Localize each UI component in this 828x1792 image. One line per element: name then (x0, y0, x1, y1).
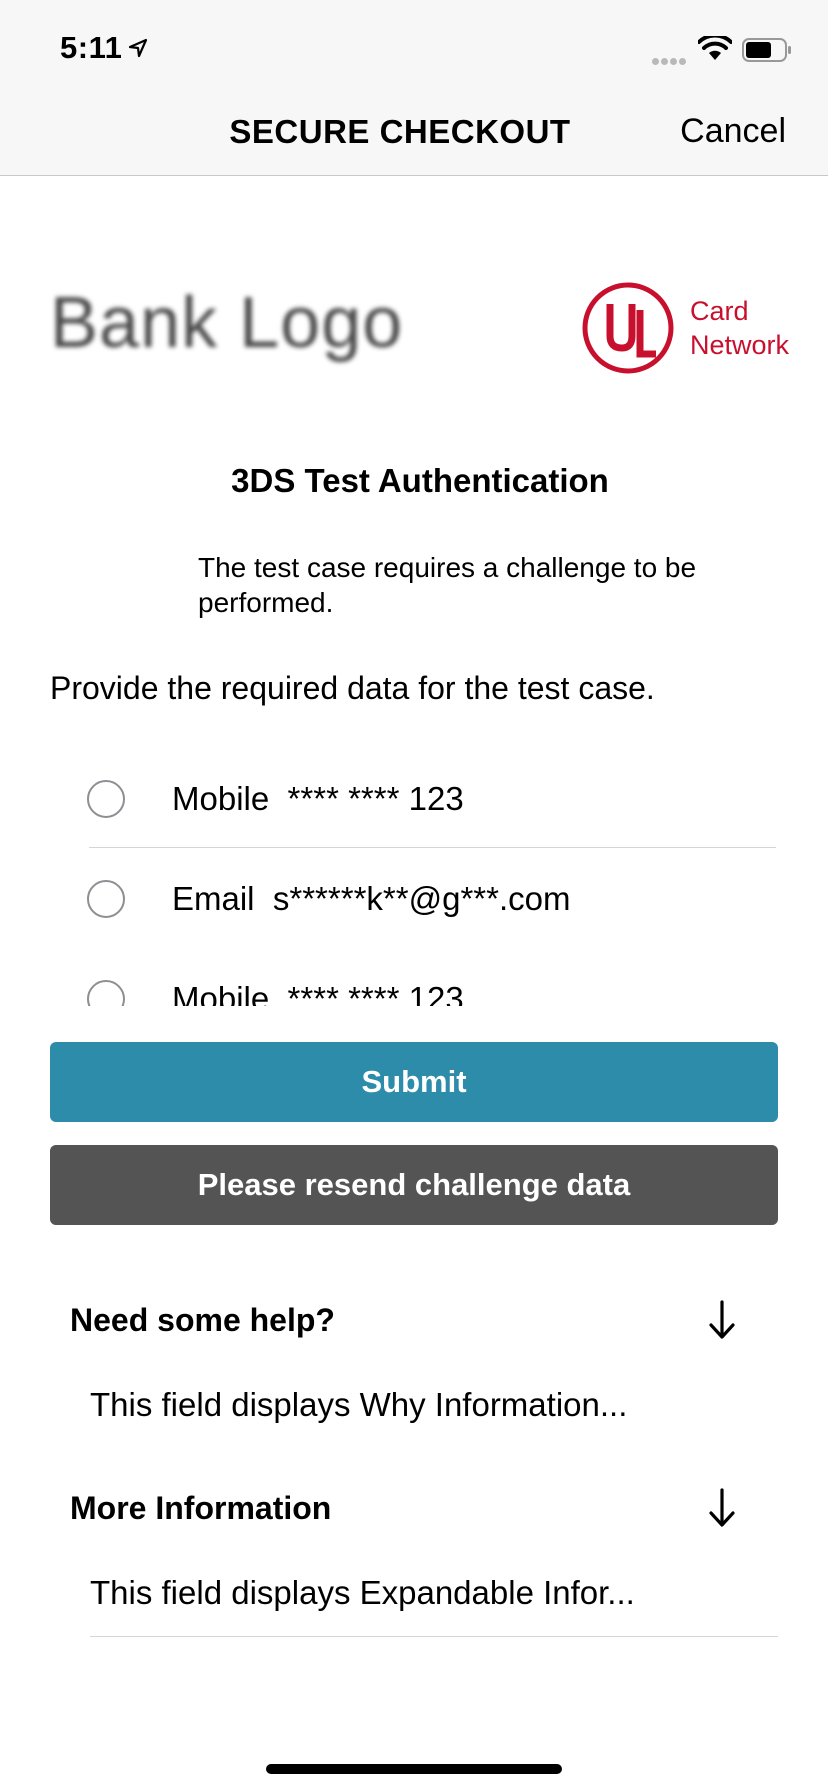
resend-challenge-button[interactable]: Please resend challenge data (50, 1145, 778, 1225)
challenge-title: 3DS Test Authentication (231, 462, 609, 499)
why-info-label[interactable]: Need some help? (70, 1302, 335, 1339)
card-network-label: Card Network (690, 294, 789, 362)
nav-title-text: SECURE CHECKOUT (229, 113, 571, 150)
expandable-info-text: This field displays Expandable Infor... (90, 1574, 635, 1611)
challenge-options-list[interactable]: Mobile **** **** 123 Email s******k**@g*… (0, 748, 828, 1006)
bank-logo: Bank Logo (50, 283, 404, 363)
why-info-text: This field displays Why Information... (90, 1386, 628, 1423)
card-network-line2: Network (690, 330, 790, 360)
option-label: Email s******k**@g***.com (172, 880, 571, 917)
divider (90, 1636, 778, 1637)
option-label: Mobile **** **** 123 (172, 780, 464, 817)
challenge-prompt: Provide the required data for the test c… (50, 670, 655, 706)
radio-button[interactable] (87, 780, 125, 818)
option-mobile[interactable]: Mobile **** **** 123 (0, 748, 828, 848)
arrow-down-icon[interactable] (708, 1300, 736, 1340)
home-indicator[interactable] (266, 1764, 562, 1774)
arrow-down-icon[interactable] (708, 1488, 736, 1528)
radio-button[interactable] (87, 980, 125, 1006)
top-bar: 5:11 SECURE CHECKOUT Cancel (0, 0, 828, 176)
cancel-button[interactable]: Cancel (680, 112, 786, 151)
wifi-icon (698, 36, 732, 60)
option-email[interactable]: Email s******k**@g***.com (0, 848, 828, 948)
location-arrow-icon (128, 38, 148, 58)
submit-button[interactable]: Submit (50, 1042, 778, 1122)
status-time: 5:11 (60, 30, 123, 65)
expandable-info-label[interactable]: More Information (70, 1490, 331, 1527)
battery-icon (742, 38, 791, 62)
cellular-signal-icon (652, 52, 688, 70)
card-network-line1: Card (690, 296, 749, 326)
challenge-info-text: The test case requires a challenge to be… (198, 552, 697, 618)
radio-button[interactable] (87, 880, 125, 918)
option-mobile-2[interactable]: Mobile **** **** 123 (0, 948, 828, 1006)
option-label: Mobile **** **** 123 (172, 980, 464, 1006)
